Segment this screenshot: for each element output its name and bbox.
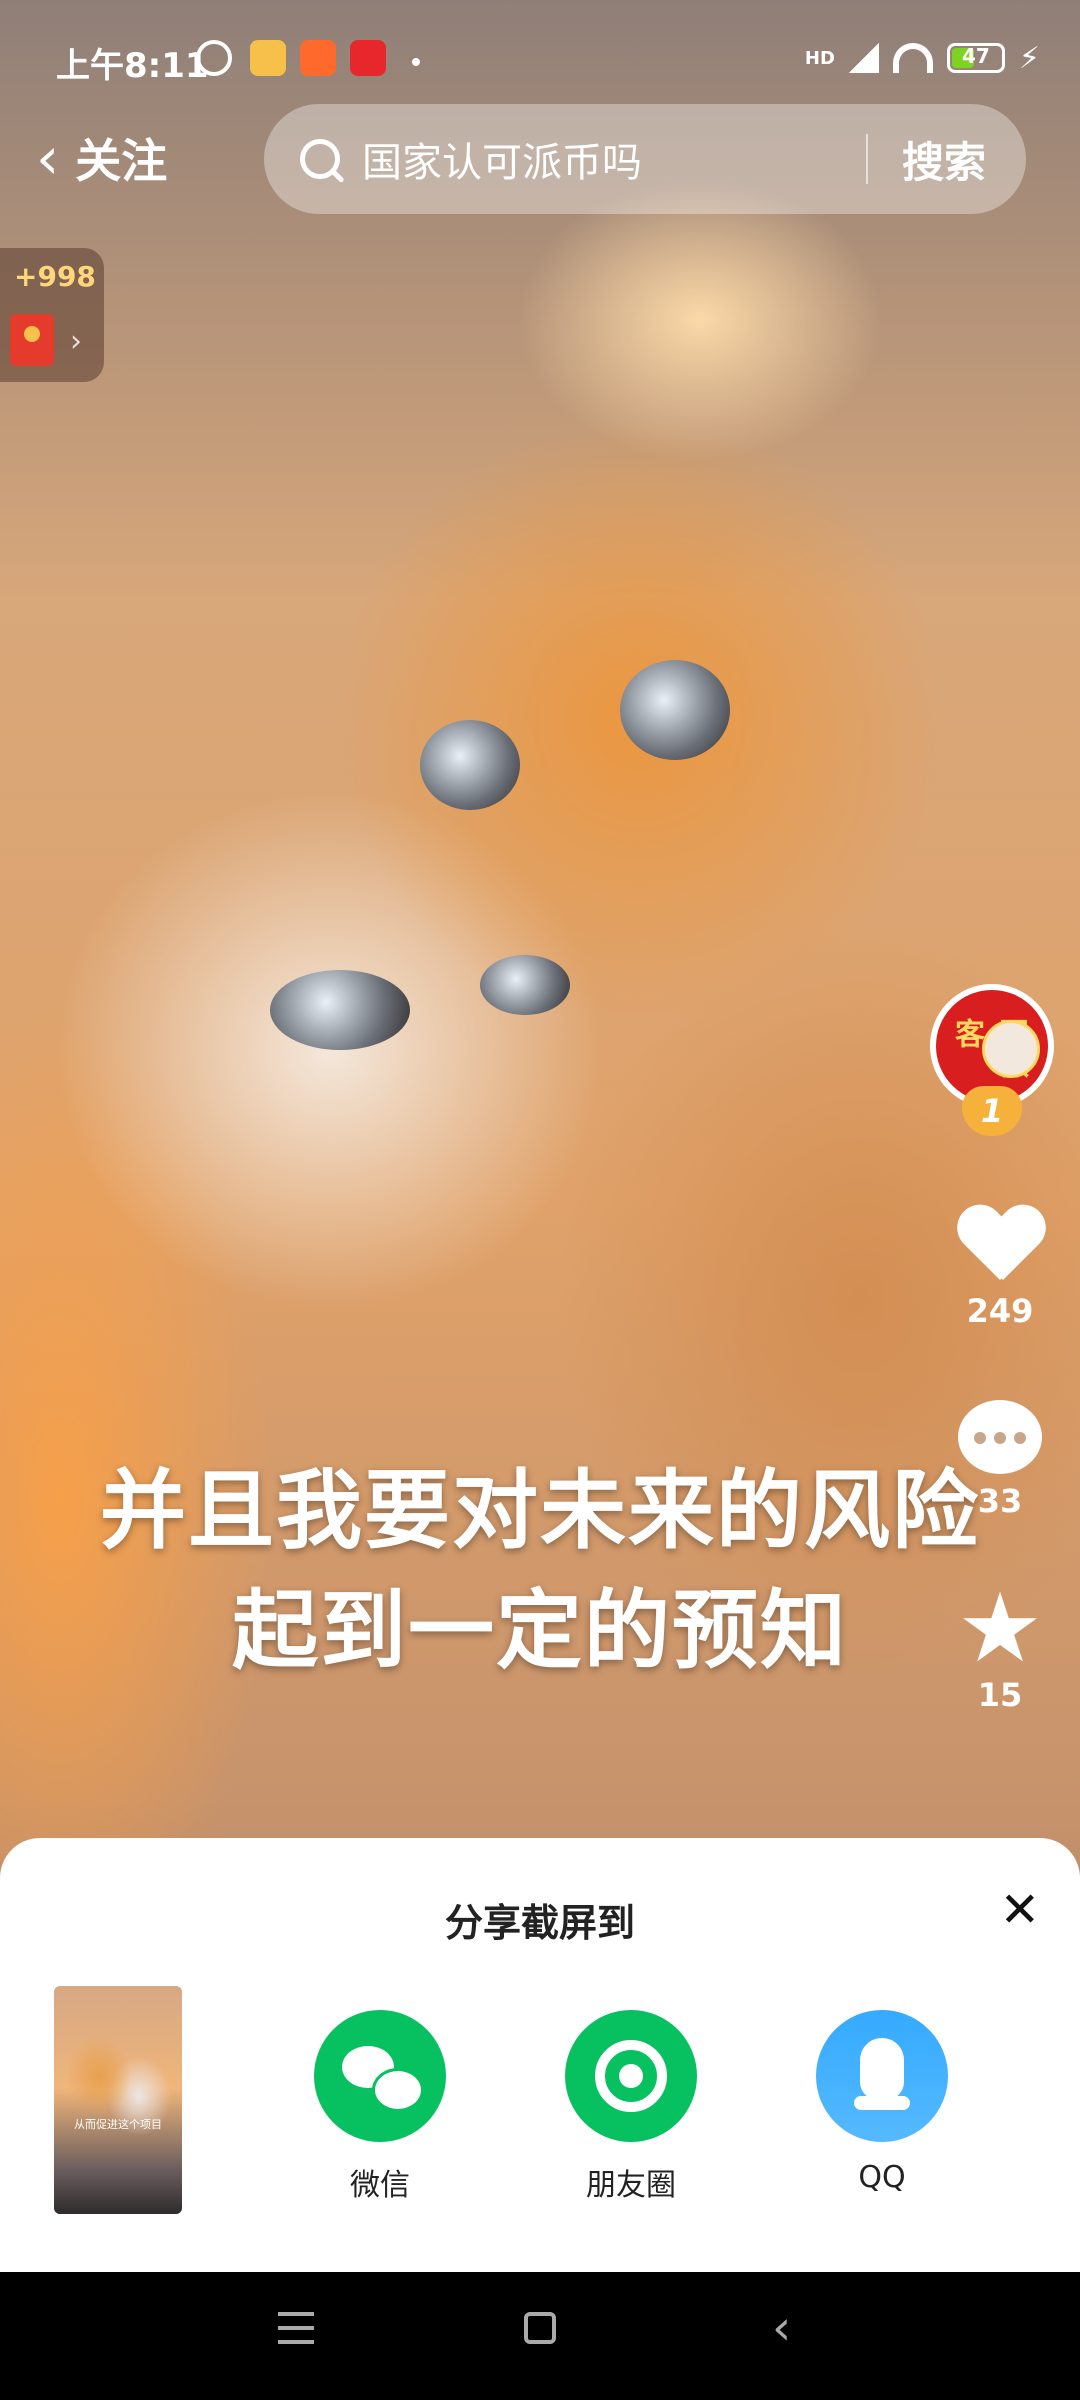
menu-icon[interactable]: [278, 2312, 314, 2344]
screenshot-thumbnail[interactable]: 从而促进这个项目: [54, 1986, 182, 2214]
home-icon[interactable]: [524, 2312, 556, 2344]
notification-dot: [412, 58, 420, 66]
alarm-icon: [196, 40, 232, 76]
charging-icon: ⚡: [1018, 40, 1040, 76]
close-icon[interactable]: ✕: [1000, 1882, 1040, 1938]
battery-level: 47: [962, 44, 990, 68]
comment-button[interactable]: 33: [920, 1400, 1080, 1520]
reward-amount: +998: [14, 260, 96, 293]
qq-icon: [816, 2010, 948, 2142]
share-sheet: 分享截屏到 ✕ 从而促进这个项目 微信 朋友圈 QQ: [0, 1838, 1080, 2272]
heart-icon: [957, 1206, 1043, 1284]
reward-widget[interactable]: +998 ›: [0, 248, 104, 382]
share-qq[interactable]: QQ: [782, 2010, 982, 2195]
cat-eye: [420, 720, 520, 810]
app-icon-3: [350, 40, 386, 76]
chevron-right-icon: ›: [70, 324, 82, 359]
favorite-button[interactable]: ★ 15: [920, 1580, 1080, 1714]
signal-hd-label: HD: [804, 47, 835, 69]
share-moments[interactable]: 朋友圈: [531, 2010, 731, 2204]
search-bar[interactable]: 国家认可派币吗 搜索: [264, 104, 1026, 214]
search-icon: [300, 139, 340, 179]
status-right: HD 47 ⚡: [805, 38, 1040, 78]
avatar-photo: [982, 1020, 1040, 1078]
like-button[interactable]: 249: [920, 1206, 1080, 1330]
comment-icon: [958, 1400, 1042, 1474]
search-input[interactable]: 国家认可派币吗: [362, 130, 866, 188]
wifi-icon: [892, 43, 933, 73]
star-icon: ★: [956, 1572, 1044, 1684]
share-sheet-title: 分享截屏到: [444, 1901, 635, 1945]
wechat-icon: [314, 2010, 446, 2142]
app-icon-1: [250, 40, 286, 76]
red-envelope-icon: [10, 314, 54, 366]
system-nav-bar: ‹: [0, 2272, 1080, 2400]
share-moments-label: 朋友圈: [586, 2168, 676, 2203]
search-button[interactable]: 搜索: [902, 129, 986, 190]
favorite-count: 15: [977, 1676, 1023, 1714]
status-time: 上午8:11: [56, 46, 209, 86]
back-label: 关注: [75, 134, 168, 188]
cat-eye: [620, 660, 730, 760]
moments-icon: [565, 2010, 697, 2142]
comment-count: 33: [977, 1482, 1023, 1520]
cat-eye: [270, 970, 410, 1050]
share-wechat-label: 微信: [350, 2168, 410, 2203]
video-caption-line-1: 并且我要对未来的风险: [100, 1461, 980, 1561]
back-button[interactable]: ‹ 关注: [36, 128, 167, 188]
battery-icon: 47: [946, 43, 1005, 73]
share-qq-label: QQ: [858, 2160, 906, 2195]
cat-eye: [480, 955, 570, 1015]
like-count: 249: [966, 1292, 1034, 1330]
video-caption-line-2: 起到一定的预知: [232, 1581, 848, 1681]
signal-icon: [848, 43, 879, 73]
search-divider: [865, 134, 868, 184]
thumbnail-caption: 从而促进这个项目: [74, 2118, 162, 2131]
app-icon-2: [300, 40, 336, 76]
share-wechat[interactable]: 微信: [280, 2010, 480, 2204]
back-nav-icon[interactable]: ‹: [772, 2300, 791, 2356]
chevron-left-icon: ‹: [36, 124, 60, 192]
